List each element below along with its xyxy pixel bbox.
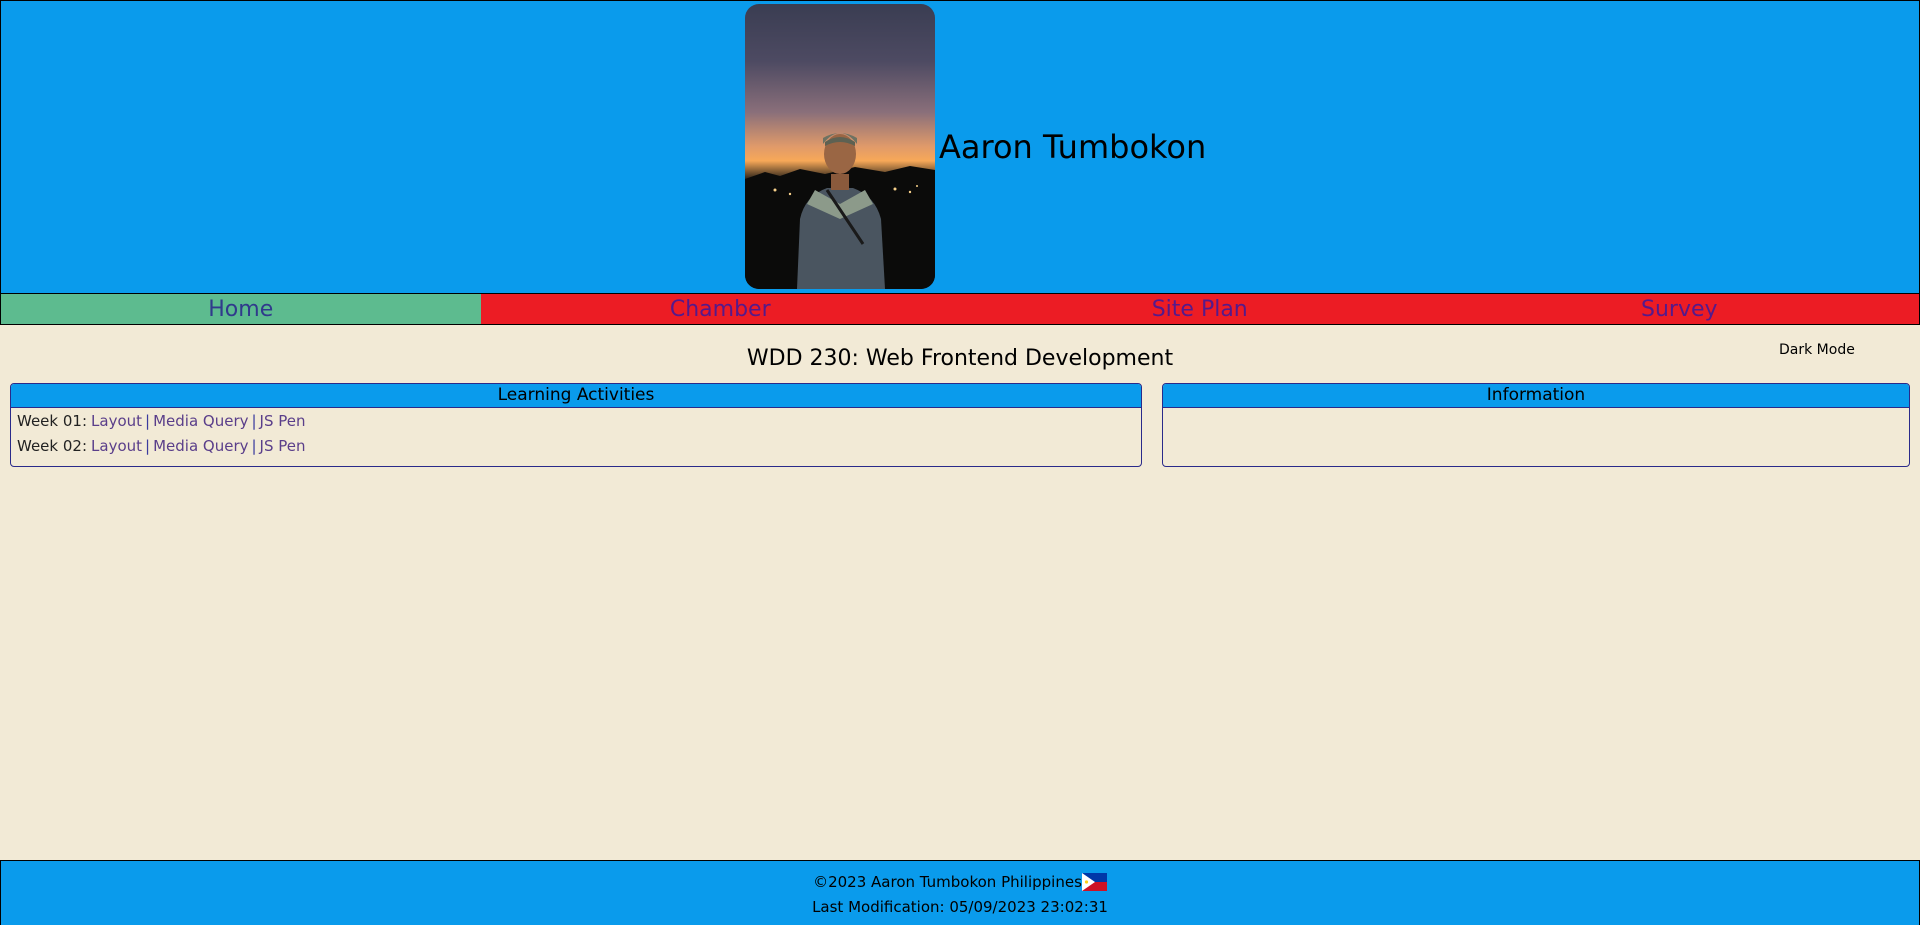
learning-activities-heading: Learning Activities bbox=[11, 384, 1141, 408]
dark-mode-toggle[interactable]: Dark Mode bbox=[1779, 340, 1855, 360]
last-modified: Last Modification: 05/09/2023 23:02:31 bbox=[812, 898, 1108, 916]
site-owner-name: Aaron Tumbokon bbox=[939, 128, 1207, 166]
nav-home[interactable]: Home bbox=[1, 294, 481, 324]
philippines-flag-icon bbox=[1081, 873, 1107, 891]
week01-js-pen-link[interactable]: JS Pen bbox=[260, 411, 306, 431]
main-navigation: Home Chamber Site Plan Survey bbox=[0, 293, 1920, 325]
page-title: WDD 230: Web Frontend Development bbox=[746, 346, 1174, 371]
site-footer: ©2023 Aaron Tumbokon Philippines Last Mo… bbox=[0, 860, 1920, 925]
week-row: Week 01: Layout | Media Query | JS Pen bbox=[11, 408, 1141, 433]
nav-site-plan[interactable]: Site Plan bbox=[960, 294, 1440, 324]
profile-photo-figure bbox=[745, 133, 935, 289]
copyright-text: ©2023 Aaron Tumbokon Philippines bbox=[813, 873, 1082, 891]
week01-layout-link[interactable]: Layout bbox=[91, 411, 142, 431]
week01-media-query-link[interactable]: Media Query bbox=[153, 411, 248, 431]
footer-copyright-line: ©2023 Aaron Tumbokon Philippines bbox=[1, 872, 1919, 892]
link-separator: | bbox=[145, 436, 151, 455]
week02-js-pen-link[interactable]: JS Pen bbox=[260, 436, 306, 456]
week02-media-query-link[interactable]: Media Query bbox=[153, 436, 248, 456]
nav-survey[interactable]: Survey bbox=[1439, 294, 1919, 324]
information-card: Information bbox=[1162, 383, 1910, 467]
nav-chamber[interactable]: Chamber bbox=[480, 294, 960, 324]
link-separator: | bbox=[145, 411, 151, 430]
profile-photo bbox=[745, 4, 935, 289]
link-separator: | bbox=[251, 436, 257, 455]
link-separator: | bbox=[251, 411, 257, 430]
week-row: Week 02: Layout | Media Query | JS Pen bbox=[11, 433, 1141, 458]
learning-activities-card: Learning Activities Week 01: Layout | Me… bbox=[10, 383, 1142, 467]
week02-layout-link[interactable]: Layout bbox=[91, 436, 142, 456]
site-header: Aaron Tumbokon bbox=[0, 0, 1920, 293]
week-label: Week 02: bbox=[17, 436, 88, 455]
week-label: Week 01: bbox=[17, 411, 88, 430]
information-heading: Information bbox=[1163, 384, 1909, 408]
